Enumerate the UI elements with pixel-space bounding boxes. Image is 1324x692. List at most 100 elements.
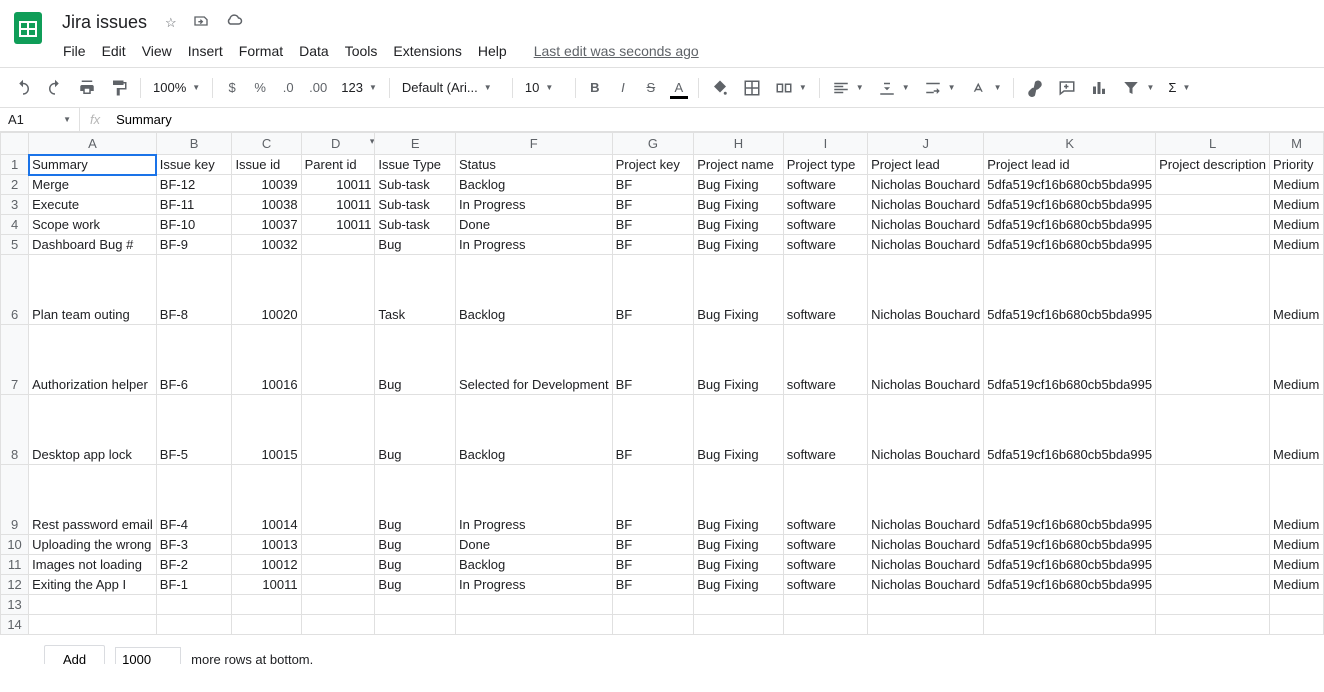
row-header[interactable]: 11 [1,555,29,575]
cell[interactable]: 10011 [301,175,375,195]
cell[interactable]: software [783,235,867,255]
font-select[interactable]: Default (Ari...▼ [396,76,506,99]
decrease-decimal-icon[interactable]: .0 [275,75,301,101]
cell[interactable] [301,535,375,555]
row-header[interactable]: 4 [1,215,29,235]
column-header-H[interactable]: H [694,133,784,155]
cell[interactable]: 5dfa519cf16b680cb5bda995 [984,465,1156,535]
column-header-A[interactable]: A [29,133,157,155]
bold-icon[interactable]: B [582,75,608,101]
cell[interactable]: Backlog [455,175,612,195]
cell[interactable]: BF-1 [156,575,232,595]
cell[interactable]: Medium [1270,535,1324,555]
cell[interactable]: Medium [1270,395,1324,465]
cell[interactable]: BF [612,575,694,595]
cell[interactable]: BF-10 [156,215,232,235]
cell[interactable]: Desktop app lock [29,395,157,465]
cell[interactable]: BF-5 [156,395,232,465]
cell[interactable]: Medium [1270,235,1324,255]
cell[interactable] [868,595,984,615]
cell[interactable]: BF [612,215,694,235]
last-edit-link[interactable]: Last edit was seconds ago [534,43,699,59]
column-header-I[interactable]: I [783,133,867,155]
cell[interactable]: Images not loading [29,555,157,575]
cell[interactable] [1156,395,1270,465]
cell[interactable] [1156,575,1270,595]
cell[interactable]: 10037 [232,215,301,235]
insert-comment-icon[interactable] [1052,75,1082,101]
cell[interactable]: 5dfa519cf16b680cb5bda995 [984,395,1156,465]
row-header[interactable]: 14 [1,615,29,635]
cell[interactable] [868,615,984,635]
cell[interactable] [783,615,867,635]
text-rotation-select[interactable]: ▼ [964,75,1008,101]
cell[interactable]: Backlog [455,395,612,465]
cell[interactable]: Bug Fixing [694,555,784,575]
cell[interactable]: software [783,175,867,195]
cell[interactable] [1156,465,1270,535]
column-header-F[interactable]: F [455,133,612,155]
cell[interactable]: Project key [612,155,694,175]
cell[interactable]: Sub-task [375,215,456,235]
cell[interactable] [455,615,612,635]
cloud-icon[interactable] [221,8,247,37]
cell[interactable]: Nicholas Bouchard [868,395,984,465]
column-header-M[interactable]: M [1270,133,1324,155]
row-header[interactable]: 2 [1,175,29,195]
cell[interactable]: Merge [29,175,157,195]
cell[interactable]: Sub-task [375,195,456,215]
row-header[interactable]: 7 [1,325,29,395]
text-wrap-select[interactable]: ▼ [918,75,962,101]
cell[interactable]: Bug Fixing [694,255,784,325]
cell[interactable]: Rest password email [29,465,157,535]
cell[interactable]: Project lead [868,155,984,175]
column-header-E[interactable]: E [375,133,456,155]
cell[interactable]: 10015 [232,395,301,465]
cell[interactable]: BF [612,175,694,195]
cell[interactable] [301,615,375,635]
cell[interactable]: Bug Fixing [694,395,784,465]
cell[interactable] [1156,215,1270,235]
cell[interactable]: Done [455,535,612,555]
cell[interactable] [301,255,375,325]
add-rows-input[interactable] [115,647,181,664]
cell[interactable]: software [783,215,867,235]
cell[interactable]: Bug Fixing [694,195,784,215]
row-header[interactable]: 13 [1,595,29,615]
menu-extensions[interactable]: Extensions [386,39,468,63]
cell[interactable]: 10014 [232,465,301,535]
cell[interactable] [29,615,157,635]
horizontal-align-select[interactable]: ▼ [826,75,870,101]
paint-format-icon[interactable] [104,75,134,101]
menu-format[interactable]: Format [232,39,290,63]
column-header-K[interactable]: K [984,133,1156,155]
cell[interactable] [232,615,301,635]
cell[interactable]: software [783,255,867,325]
cell[interactable] [1156,195,1270,215]
cell[interactable] [1156,255,1270,325]
menu-view[interactable]: View [135,39,179,63]
cell[interactable] [984,595,1156,615]
functions-select[interactable]: Σ▼ [1162,76,1196,99]
cell[interactable]: Dashboard Bug # [29,235,157,255]
cell[interactable]: BF [612,235,694,255]
vertical-align-select[interactable]: ▼ [872,75,916,101]
cell[interactable]: BF [612,395,694,465]
text-color-icon[interactable]: A [666,75,692,101]
cell[interactable]: In Progress [455,575,612,595]
column-header-J[interactable]: J [868,133,984,155]
cell[interactable] [694,615,784,635]
strikethrough-icon[interactable]: S [638,75,664,101]
cell[interactable]: Nicholas Bouchard [868,555,984,575]
cell[interactable]: BF [612,465,694,535]
cell[interactable]: 5dfa519cf16b680cb5bda995 [984,555,1156,575]
row-header[interactable]: 12 [1,575,29,595]
cell[interactable] [1156,615,1270,635]
cell[interactable]: Bug [375,535,456,555]
document-title[interactable]: Jira issues [56,10,153,35]
cell[interactable]: BF-4 [156,465,232,535]
cell[interactable] [232,595,301,615]
cell[interactable]: Medium [1270,465,1324,535]
cell[interactable]: software [783,575,867,595]
cell[interactable]: BF-2 [156,555,232,575]
